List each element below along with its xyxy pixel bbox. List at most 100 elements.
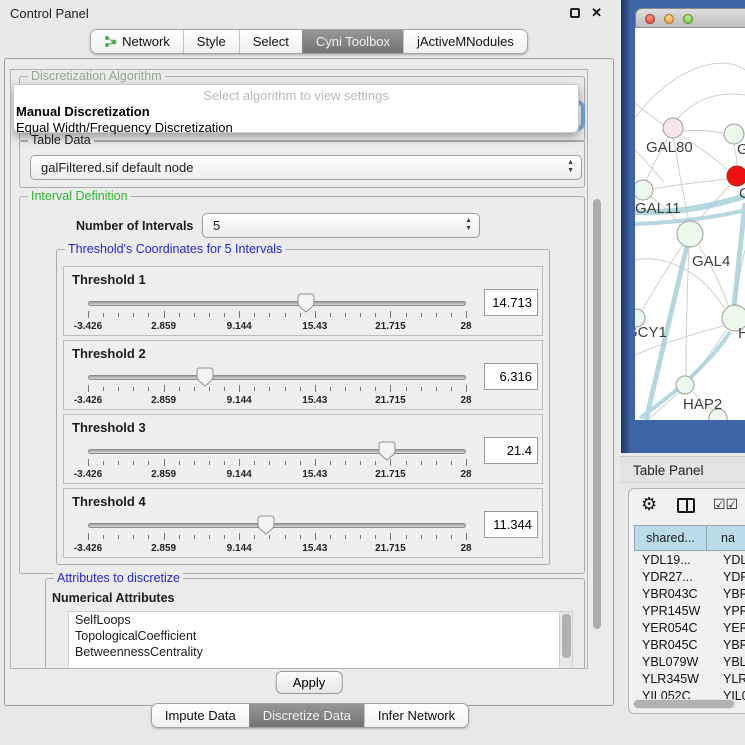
slider-tick-labels: -3.4262.8599.14415.4321.71528 — [88, 321, 466, 333]
threshold-1-label: Threshold 1 — [72, 272, 146, 287]
table-row[interactable]: YBR043CYBR0 — [634, 585, 745, 602]
list-scrollbar[interactable] — [559, 612, 572, 669]
table-row[interactable]: YPR145WYPR1 — [634, 602, 745, 619]
slider-thumb[interactable] — [378, 441, 396, 461]
close-window-icon[interactable] — [645, 14, 655, 24]
node-hap2[interactable] — [676, 376, 694, 394]
tab-select[interactable]: Select — [239, 30, 302, 53]
node-gal4[interactable] — [677, 221, 703, 247]
list-item[interactable]: SelfLoops — [69, 612, 572, 628]
tab-discretize-data[interactable]: Discretize Data — [249, 704, 364, 727]
table-row[interactable]: YBR045CYBR0 — [634, 636, 745, 653]
network-window-titlebar[interactable] — [635, 8, 745, 28]
columns-icon[interactable] — [677, 498, 695, 513]
threshold-1-slider[interactable]: -3.4262.8599.14415.4321.71528 — [88, 295, 466, 333]
tab-impute-data[interactable]: Impute Data — [152, 704, 249, 727]
number-of-intervals-select[interactable]: 5 ▲▼ — [202, 213, 480, 238]
select-columns-icons[interactable]: ☑☑ — [713, 496, 738, 513]
node-label-gcy1: GCY1 — [635, 324, 667, 341]
tab-style[interactable]: Style — [183, 30, 239, 53]
table-data-selected-value: galFiltered.sif default node — [41, 160, 193, 175]
table-panel-header: Table Panel — [620, 456, 745, 483]
threshold-4-value-field[interactable] — [484, 511, 538, 538]
float-window-icon[interactable] — [570, 8, 580, 18]
panel-title: Control Panel — [10, 6, 89, 21]
threshold-3-value-field[interactable] — [484, 437, 538, 464]
table-row[interactable]: YDL19...YDL1 — [634, 551, 745, 568]
interval-definition-group: Interval Definition Number of Intervals … — [19, 196, 585, 574]
slider-tick-labels: -3.4262.8599.14415.4321.71528 — [88, 395, 466, 407]
slider-track[interactable] — [88, 375, 466, 380]
threshold-3-slider[interactable]: -3.4262.8599.14415.4321.71528 — [88, 443, 466, 481]
network-view-window[interactable]: GAL80 G. C GAL11 GAL4 GCY1 H HAP2 — [621, 0, 745, 453]
tab-infer-network[interactable]: Infer Network — [364, 704, 468, 727]
panel-scrollbar[interactable] — [591, 69, 603, 669]
cell: YDL19... — [634, 553, 707, 567]
algorithm-option-equal-width[interactable]: Equal Width/Frequency Discretization — [14, 119, 578, 135]
slider-track[interactable] — [88, 449, 466, 454]
slider-tick-labels: -3.4262.8599.14415.4321.71528 — [88, 543, 466, 555]
tab-infer-network-label: Infer Network — [378, 708, 455, 723]
table-row[interactable]: YLR345WYLR3 — [634, 670, 745, 687]
tab-discretize-data-label: Discretize Data — [263, 708, 351, 723]
threshold-3-row: Threshold 3 -3.4262.8599.14415.4321.7152… — [63, 414, 543, 484]
minimize-window-icon[interactable] — [664, 14, 674, 24]
table-horizontal-scrollbar[interactable] — [633, 699, 737, 709]
tab-network[interactable]: Network — [91, 30, 183, 53]
threshold-2-row: Threshold 2 -3.4262.8599.14415.4321.7152… — [63, 340, 543, 410]
threshold-1-value-field[interactable] — [484, 289, 538, 316]
node-selected-red[interactable] — [727, 166, 745, 186]
numerical-attributes-list[interactable]: SelfLoops TopologicalCoefficient Between… — [68, 611, 573, 669]
slider-thumb[interactable] — [297, 293, 315, 313]
table-row[interactable]: YDR27...YDR2 — [634, 568, 745, 585]
slider-track[interactable] — [88, 523, 466, 528]
node-gal11[interactable] — [635, 180, 653, 200]
network-canvas[interactable]: GAL80 G. C GAL11 GAL4 GCY1 H HAP2 — [635, 28, 745, 420]
bottom-tab-bar: Impute Data Discretize Data Infer Networ… — [5, 703, 615, 728]
node-label-gal4: GAL4 — [692, 253, 730, 270]
threshold-2-value-field[interactable] — [484, 363, 538, 390]
slider-ticks — [88, 459, 466, 467]
attributes-group: Attributes to discretize Numerical Attri… — [45, 578, 585, 669]
list-scrollbar-thumb[interactable] — [562, 614, 571, 658]
table-row[interactable]: YER054CYER0 — [634, 619, 745, 636]
tab-jactivemnodules[interactable]: jActiveMNodules — [403, 30, 527, 53]
table-horizontal-scrollbar-thumb[interactable] — [634, 700, 734, 708]
cell: YBR045C — [634, 638, 707, 652]
list-item[interactable]: TopologicalCoefficient — [69, 628, 572, 644]
slider-track[interactable] — [88, 301, 466, 306]
apply-button[interactable]: Apply — [276, 671, 343, 694]
slider-thumb[interactable] — [196, 367, 214, 387]
gear-icon[interactable]: ⚙ — [641, 494, 657, 515]
algorithm-option-manual[interactable]: Manual Discretization — [14, 103, 578, 119]
close-icon[interactable]: ✕ — [591, 5, 602, 21]
tab-impute-data-label: Impute Data — [165, 708, 236, 723]
list-item[interactable]: BetweennessCentrality — [69, 644, 572, 660]
slider-ticks — [88, 311, 466, 319]
node-table-container: ⚙ ☑☑ shared... na YDL19...YDL1 YDR27...Y… — [628, 488, 745, 714]
network-graph: GAL80 G. C GAL11 GAL4 GCY1 H HAP2 — [635, 28, 745, 420]
zoom-window-icon[interactable] — [683, 14, 693, 24]
network-icon — [104, 35, 117, 48]
cell: YBL079W — [634, 655, 707, 669]
threshold-2-slider[interactable]: -3.4262.8599.14415.4321.71528 — [88, 369, 466, 407]
threshold-4-label: Threshold 4 — [72, 494, 146, 509]
table-data-select[interactable]: galFiltered.sif default node ▲▼ — [30, 155, 582, 180]
tab-network-label: Network — [122, 34, 170, 49]
table-row[interactable]: YBL079WYBL0 — [634, 653, 745, 670]
slider-thumb[interactable] — [257, 515, 275, 535]
tab-select-label: Select — [253, 34, 289, 49]
column-header-shared-name[interactable]: shared... — [634, 525, 707, 551]
number-of-intervals-value: 5 — [213, 218, 220, 233]
cell: YDL1 — [707, 553, 745, 567]
node-gal80[interactable] — [663, 118, 683, 138]
group-title-interval-definition: Interval Definition — [28, 189, 131, 203]
tab-cyni-toolbox[interactable]: Cyni Toolbox — [302, 30, 403, 53]
panel-scrollbar-thumb[interactable] — [593, 199, 601, 629]
table-data-group: Table Data galFiltered.sif default node … — [19, 140, 585, 188]
threshold-2-label: Threshold 2 — [72, 346, 146, 361]
column-header-name[interactable]: na — [707, 525, 745, 551]
table-toolbar: ⚙ ☑☑ — [629, 489, 745, 525]
threshold-4-slider[interactable]: -3.4262.8599.14415.4321.71528 — [88, 517, 466, 555]
table-panel-title: Table Panel — [633, 463, 704, 478]
